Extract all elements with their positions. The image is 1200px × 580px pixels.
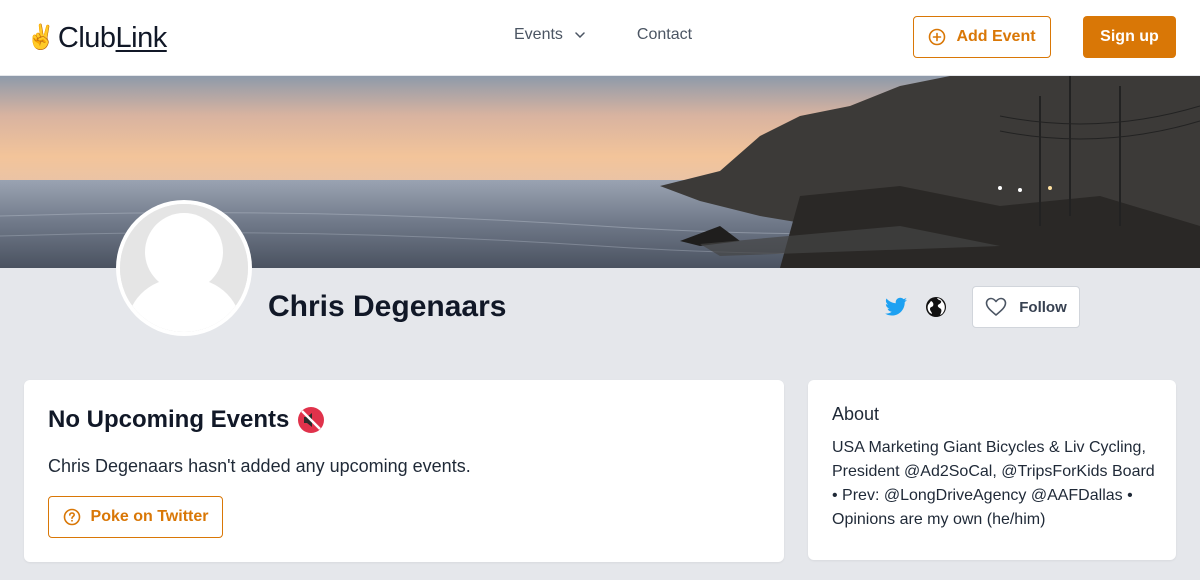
top-header: ✌️ ClubLink Events Contact Add Event Sig…: [0, 0, 1200, 76]
heart-icon: [985, 297, 1007, 316]
profile-avatar: [116, 200, 252, 336]
avatar-placeholder-icon: [120, 204, 248, 332]
events-title-text: No Upcoming Events: [48, 406, 290, 433]
question-circle-icon: [63, 508, 80, 526]
nav-contact-link[interactable]: Contact: [637, 26, 692, 44]
nav-events-label: Events: [514, 26, 563, 43]
profile-name: Chris Degenaars: [268, 290, 507, 323]
main-nav: Events Contact: [514, 26, 692, 44]
add-event-button[interactable]: Add Event: [913, 16, 1051, 58]
poke-label: Poke on Twitter: [90, 508, 209, 525]
no-events-message: Chris Degenaars hasn't added any upcomin…: [48, 456, 471, 476]
nav-events-dropdown[interactable]: Events: [514, 26, 585, 44]
about-bio-text: USA Marketing Giant Bicycles & Liv Cycli…: [832, 439, 1155, 528]
poke-on-twitter-button[interactable]: Poke on Twitter: [48, 496, 223, 538]
globe-icon[interactable]: [924, 295, 948, 319]
events-title: No Upcoming Events: [48, 406, 325, 434]
muted-speaker-icon: [298, 407, 325, 433]
upcoming-events-card: No Upcoming Events Chris Degenaars hasn'…: [24, 380, 784, 562]
nav-contact-label: Contact: [636, 26, 693, 43]
plus-circle-icon: [929, 28, 946, 46]
chevron-down-icon: [575, 32, 585, 38]
about-title: About: [832, 404, 880, 424]
add-event-label: Add Event: [956, 28, 1036, 45]
twitter-icon[interactable]: [884, 295, 908, 319]
victory-hand-icon: ✌️: [26, 24, 56, 51]
logo-text: ClubLink: [57, 21, 167, 54]
follow-button[interactable]: Follow: [972, 286, 1080, 328]
about-card: About USA Marketing Giant Bicycles & Liv…: [808, 380, 1176, 560]
signup-label: Sign up: [1100, 28, 1159, 45]
signup-button[interactable]: Sign up: [1083, 16, 1176, 58]
follow-label: Follow: [1019, 298, 1067, 316]
clublink-logo[interactable]: ✌️ ClubLink: [26, 22, 167, 54]
